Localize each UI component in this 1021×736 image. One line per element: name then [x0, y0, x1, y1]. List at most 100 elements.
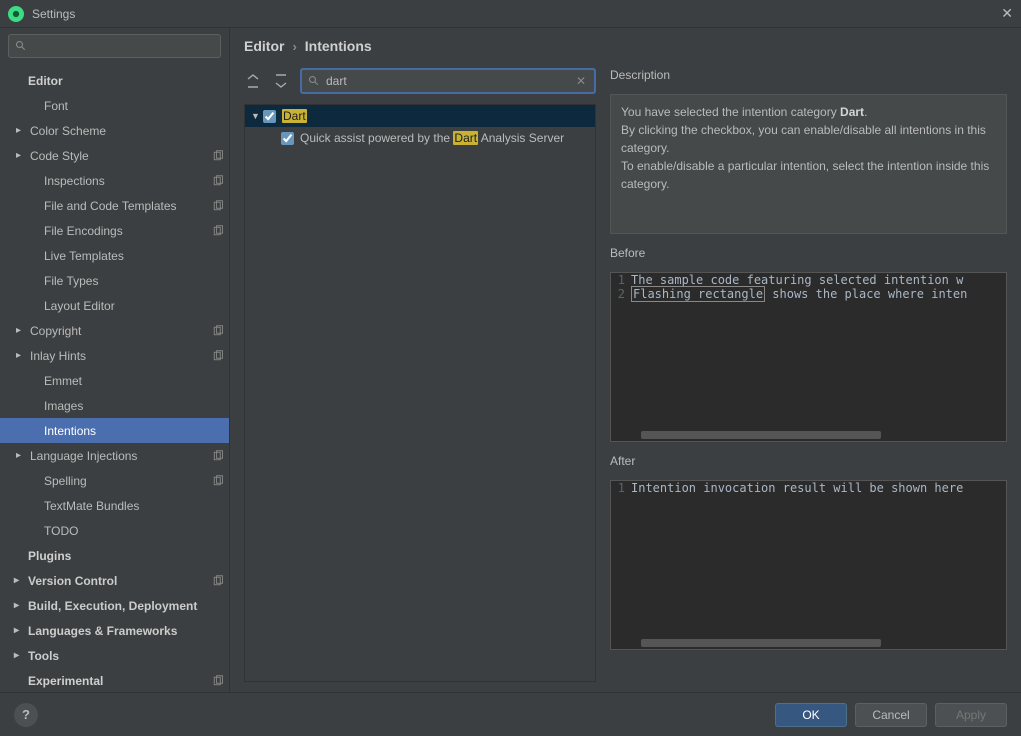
sidebar-item-label: File Types	[44, 274, 225, 288]
collapse-all-icon[interactable]	[272, 72, 290, 90]
cancel-button[interactable]: Cancel	[855, 703, 927, 727]
horizontal-scrollbar[interactable]	[641, 639, 881, 647]
settings-sidebar: Editor Font▸Color Scheme▸Code Style Inspec…	[0, 28, 230, 692]
description-box: You have selected the intention category…	[610, 94, 1007, 234]
titlebar: Settings ✕	[0, 0, 1021, 28]
project-scope-icon	[211, 474, 225, 488]
chevron-right-icon: ▸	[16, 150, 30, 161]
sidebar-item-color-scheme[interactable]: ▸Color Scheme	[0, 118, 229, 143]
chevron-right-icon: ▸	[16, 325, 30, 336]
sidebar-item-inspections[interactable]: Inspections	[0, 168, 229, 193]
ok-button[interactable]: OK	[775, 703, 847, 727]
intention-item-label: Quick assist powered by the Dart Analysi…	[300, 131, 564, 145]
sidebar-item-inlay-hints[interactable]: ▸Inlay Hints	[0, 343, 229, 368]
intention-group-checkbox[interactable]	[263, 110, 276, 123]
sidebar-item-label: Emmet	[44, 374, 225, 388]
intentions-toolbar: ✕	[244, 64, 596, 104]
sidebar-item-file-types[interactable]: File Types	[0, 268, 229, 293]
sidebar-item-label: Intentions	[44, 424, 225, 438]
chevron-right-icon: ▸	[14, 600, 28, 611]
sidebar-item-label: Inspections	[44, 174, 211, 188]
sidebar-item-label: Tools	[28, 649, 225, 663]
sidebar-item-label: Images	[44, 399, 225, 413]
sidebar-item-live-templates[interactable]: Live Templates	[0, 243, 229, 268]
sidebar-item-images[interactable]: Images	[0, 393, 229, 418]
intention-group-dart[interactable]: ▼ Dart	[245, 105, 595, 127]
sidebar-item-label: File Encodings	[44, 224, 211, 238]
chevron-down-icon[interactable]: ▼	[251, 111, 263, 121]
intentions-search-input[interactable]	[326, 74, 574, 88]
apply-button[interactable]: Apply	[935, 703, 1007, 727]
project-scope-icon	[211, 224, 225, 238]
sidebar-item-label: Editor	[28, 74, 225, 88]
detail-column: Description You have selected the intent…	[610, 64, 1007, 682]
sidebar-item-font[interactable]: Font	[0, 93, 229, 118]
horizontal-scrollbar[interactable]	[641, 431, 881, 439]
breadcrumb-root[interactable]: Editor	[244, 38, 284, 54]
sidebar-item-label: Version Control	[28, 574, 211, 588]
intention-item-quick-assist[interactable]: Quick assist powered by the Dart Analysi…	[245, 127, 595, 149]
sidebar-item-label: TODO	[44, 524, 225, 538]
chevron-right-icon: ›	[292, 39, 296, 54]
chevron-right-icon: ▸	[14, 625, 28, 636]
sidebar-item-version-control[interactable]: ▸Version Control	[0, 568, 229, 593]
close-icon[interactable]: ✕	[1001, 5, 1013, 22]
intention-group-label: Dart	[282, 109, 307, 123]
sidebar-item-editor[interactable]: Editor	[0, 68, 229, 93]
sidebar-item-label: Experimental	[28, 674, 211, 688]
clear-search-icon[interactable]: ✕	[574, 74, 588, 88]
sidebar-item-experimental[interactable]: Experimental	[0, 668, 229, 692]
sidebar-tree: Editor Font▸Color Scheme▸Code Style Inspec…	[0, 64, 229, 692]
chevron-right-icon: ▸	[16, 350, 30, 361]
sidebar-item-label: Spelling	[44, 474, 211, 488]
after-heading: After	[610, 450, 1007, 472]
window-title: Settings	[32, 7, 75, 21]
description-heading: Description	[610, 64, 1007, 86]
sidebar-item-tools[interactable]: ▸Tools	[0, 643, 229, 668]
intention-item-checkbox[interactable]	[281, 132, 294, 145]
sidebar-item-spelling[interactable]: Spelling	[0, 468, 229, 493]
breadcrumb: Editor › Intentions	[230, 28, 1021, 64]
before-heading: Before	[610, 242, 1007, 264]
sidebar-item-build-execution-deployment[interactable]: ▸Build, Execution, Deployment	[0, 593, 229, 618]
sidebar-item-emmet[interactable]: Emmet	[0, 368, 229, 393]
intentions-tree: ▼ Dart Quick assist powered by the Dart …	[244, 104, 596, 682]
sidebar-item-plugins[interactable]: Plugins	[0, 543, 229, 568]
sidebar-item-intentions[interactable]: Intentions	[0, 418, 229, 443]
project-scope-icon	[211, 199, 225, 213]
help-button[interactable]: ?	[14, 703, 38, 727]
sidebar-search[interactable]	[8, 34, 221, 58]
sidebar-item-label: Languages & Frameworks	[28, 624, 225, 638]
breadcrumb-child: Intentions	[305, 38, 372, 54]
sidebar-item-file-and-code-templates[interactable]: File and Code Templates	[0, 193, 229, 218]
main-panel: Editor › Intentions ✕	[230, 28, 1021, 692]
sidebar-item-label: Live Templates	[44, 249, 225, 263]
sidebar-item-language-injections[interactable]: ▸Language Injections	[0, 443, 229, 468]
sidebar-item-textmate-bundles[interactable]: TextMate Bundles	[0, 493, 229, 518]
app-icon	[8, 6, 24, 22]
sidebar-item-copyright[interactable]: ▸Copyright	[0, 318, 229, 343]
dialog-footer: ? OK Cancel Apply	[0, 692, 1021, 736]
sidebar-item-label: TextMate Bundles	[44, 499, 225, 513]
sidebar-item-languages-frameworks[interactable]: ▸Languages & Frameworks	[0, 618, 229, 643]
sidebar-item-label: Copyright	[30, 324, 211, 338]
project-scope-icon	[211, 574, 225, 588]
intentions-column: ✕ ▼ Dart Quick assist powered by the Dar…	[244, 64, 596, 682]
sidebar-item-todo[interactable]: TODO	[0, 518, 229, 543]
sidebar-item-code-style[interactable]: ▸Code Style	[0, 143, 229, 168]
chevron-right-icon: ▸	[16, 125, 30, 136]
search-icon	[308, 75, 320, 87]
project-scope-icon	[211, 349, 225, 363]
project-scope-icon	[211, 324, 225, 338]
sidebar-item-label: File and Code Templates	[44, 199, 211, 213]
intentions-search[interactable]: ✕	[300, 68, 596, 94]
before-code[interactable]: 1 The sample code featuring selected int…	[610, 272, 1007, 442]
sidebar-item-label: Build, Execution, Deployment	[28, 599, 225, 613]
expand-all-icon[interactable]	[244, 72, 262, 90]
sidebar-item-label: Inlay Hints	[30, 349, 211, 363]
chevron-right-icon: ▸	[16, 450, 30, 461]
sidebar-item-label: Plugins	[28, 549, 225, 563]
sidebar-item-file-encodings[interactable]: File Encodings	[0, 218, 229, 243]
sidebar-item-layout-editor[interactable]: Layout Editor	[0, 293, 229, 318]
after-code[interactable]: 1 Intention invocation result will be sh…	[610, 480, 1007, 650]
